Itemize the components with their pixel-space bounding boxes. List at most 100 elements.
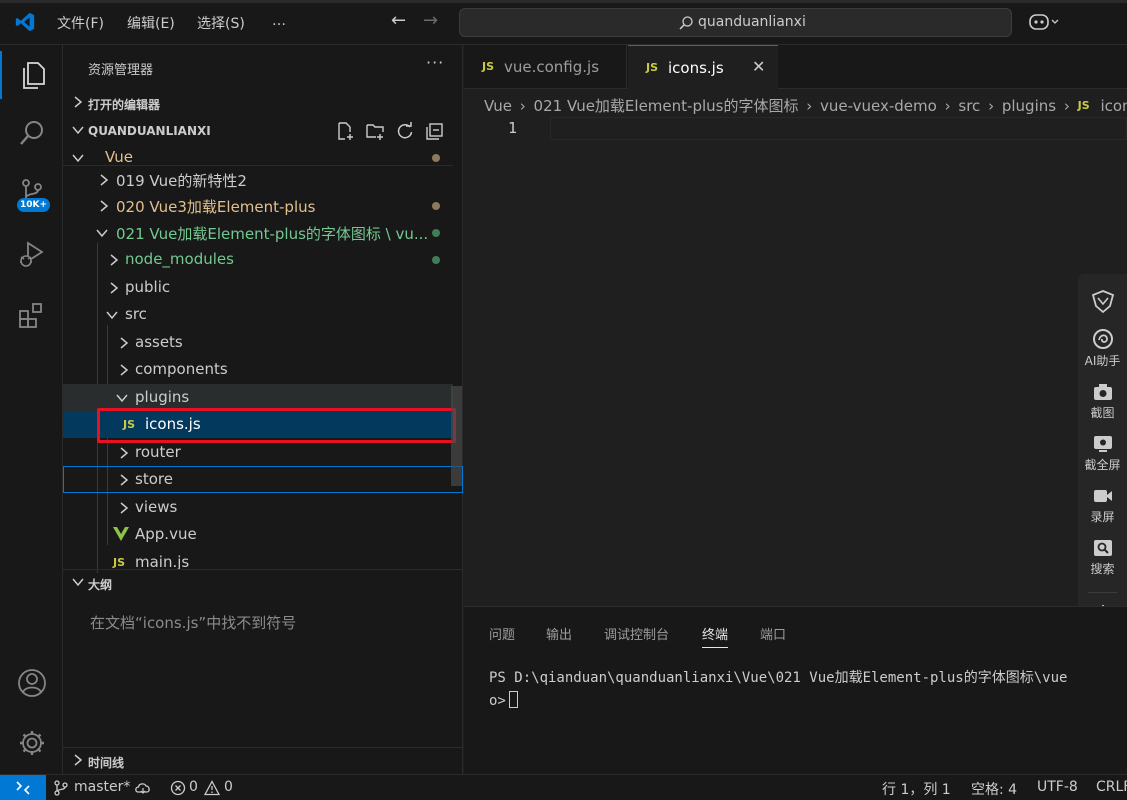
- vscode-logo-icon[interactable]: [14, 11, 36, 33]
- tab-debug-console[interactable]: 调试控制台: [604, 624, 669, 643]
- search-activity[interactable]: [0, 109, 63, 157]
- tab-output[interactable]: 输出: [546, 624, 572, 643]
- chevron-right-icon: ›: [806, 96, 813, 115]
- chevron-right-icon: ›: [944, 96, 951, 115]
- cursor-position[interactable]: 行 1，列 1: [882, 779, 951, 799]
- shield-icon: [1091, 290, 1114, 314]
- new-folder-icon[interactable]: [365, 121, 385, 141]
- tab-vue-config-js[interactable]: JS vue.config.js: [464, 45, 627, 89]
- line-ending[interactable]: CRLF: [1096, 779, 1127, 795]
- forward-arrow-icon[interactable]: →: [423, 10, 438, 31]
- menu-edit[interactable]: 编辑(E): [127, 13, 175, 33]
- chevron-right-icon: ›: [1063, 96, 1070, 115]
- breadcrumb-item[interactable]: vue-vuex-demo: [820, 97, 937, 115]
- screenshot-button[interactable]: 截图: [1078, 382, 1127, 421]
- menu-file[interactable]: 文件(F): [57, 13, 104, 33]
- fullscreen-shot-button[interactable]: 截全屏: [1078, 434, 1127, 473]
- open-editors-header[interactable]: 打开的编辑器: [63, 91, 463, 115]
- top-strip: [0, 0, 1127, 3]
- copilot-icon[interactable]: [1028, 12, 1062, 32]
- manage-activity[interactable]: [0, 719, 63, 767]
- tree-folder-store[interactable]: store: [63, 466, 463, 493]
- workspace-header[interactable]: QUANDUANLIANXI: [63, 119, 463, 143]
- breadcrumb-item[interactable]: 021 Vue加载Element-plus的字体图标: [534, 95, 799, 116]
- breadcrumb-item[interactable]: plugins: [1002, 97, 1056, 115]
- command-center-search[interactable]: quanduanlianxi: [459, 8, 1012, 37]
- tree-label: Vue: [105, 148, 133, 166]
- menu-more[interactable]: …: [272, 13, 286, 29]
- breadcrumb-item[interactable]: icons: [1100, 97, 1127, 115]
- tree-file-app-vue[interactable]: App.vue: [63, 521, 453, 548]
- tree-folder-components[interactable]: components: [63, 356, 453, 383]
- close-tab-icon[interactable]: ✕: [752, 57, 765, 76]
- tab-problems[interactable]: 问题: [489, 624, 515, 643]
- tab-icons-js[interactable]: JS icons.js ✕: [628, 45, 778, 90]
- refresh-icon[interactable]: [395, 121, 415, 141]
- tree-label: App.vue: [135, 525, 197, 543]
- line-number: 1: [508, 119, 518, 137]
- sync-cloud-icon[interactable]: [134, 780, 152, 796]
- ai-assistant-button[interactable]: AI助手: [1078, 328, 1127, 369]
- tree-folder-node-modules[interactable]: node_modules: [63, 246, 453, 273]
- collapse-all-icon[interactable]: [425, 121, 445, 141]
- timeline-header[interactable]: 时间线: [63, 749, 463, 773]
- terminal-line[interactable]: PS D:\qianduan\quanduanlianxi\Vue\021 Vu…: [489, 667, 1067, 687]
- tree-folder-assets[interactable]: assets: [63, 329, 453, 356]
- terminal-prompt[interactable]: o>: [489, 691, 518, 709]
- sidebar-scrollbar[interactable]: [451, 386, 462, 486]
- chevron-right-icon: [120, 502, 129, 514]
- tree-folder-021[interactable]: 021 Vue加载Element-plus的字体图标 \ vu...: [63, 219, 453, 246]
- tab-terminal[interactable]: 终端: [702, 624, 729, 648]
- javascript-file-icon: JS: [646, 61, 659, 74]
- javascript-file-icon: JS: [113, 556, 126, 569]
- chevron-right-icon: [120, 474, 129, 486]
- breadcrumb-item[interactable]: Vue: [484, 97, 512, 115]
- tree-folder-019[interactable]: 019 Vue的新特性2: [63, 165, 453, 192]
- tree-label: assets: [135, 333, 183, 351]
- outline-label: 大纲: [88, 578, 113, 592]
- record-screen-button[interactable]: 录屏: [1078, 486, 1127, 525]
- remote-icon: [16, 781, 30, 795]
- file-encoding[interactable]: UTF-8: [1037, 779, 1078, 795]
- untracked-dot: [432, 256, 440, 264]
- tree-file-main-js[interactable]: JS main.js: [63, 549, 453, 569]
- error-count[interactable]: 0: [189, 779, 198, 795]
- section-divider: [63, 569, 463, 570]
- tree-label: components: [135, 360, 228, 378]
- remote-indicator[interactable]: [0, 775, 46, 800]
- more-actions-icon[interactable]: ···: [426, 53, 444, 72]
- javascript-file-icon: JS: [482, 60, 495, 73]
- back-arrow-icon[interactable]: ←: [391, 10, 406, 31]
- extensions-activity[interactable]: [0, 291, 63, 339]
- outline-header[interactable]: 大纲: [63, 571, 463, 595]
- workspace-actions: [335, 121, 445, 141]
- breadcrumb-item[interactable]: src: [958, 97, 980, 115]
- image-search-button[interactable]: 搜索: [1078, 538, 1127, 577]
- git-branch[interactable]: master*: [74, 779, 130, 795]
- explorer-activity[interactable]: [0, 51, 63, 99]
- chevron-down-icon: [106, 311, 118, 320]
- floating-tool-panel: AI助手 截图 截全屏 录屏 搜索: [1078, 274, 1127, 640]
- chevron-right-icon: [110, 282, 119, 294]
- activity-bar: 10K+: [0, 45, 63, 774]
- menu-selection[interactable]: 选择(S): [197, 13, 245, 33]
- tab-ports[interactable]: 端口: [760, 624, 786, 643]
- shield-button[interactable]: [1078, 288, 1127, 316]
- chevron-right-icon: [74, 754, 83, 766]
- accounts-activity[interactable]: [0, 659, 63, 707]
- tree-folder-plugins[interactable]: plugins: [63, 384, 453, 411]
- run-debug-icon: [19, 241, 44, 267]
- tree-folder-views[interactable]: views: [63, 494, 453, 521]
- tree-folder-router[interactable]: router: [63, 439, 453, 466]
- run-debug-activity[interactable]: [0, 230, 63, 278]
- tree-label: main.js: [135, 553, 190, 569]
- tree-folder-020[interactable]: 020 Vue3加载Element-plus: [63, 192, 453, 219]
- tree-folder-public[interactable]: public: [63, 274, 453, 301]
- warning-count[interactable]: 0: [224, 779, 233, 795]
- video-camera-icon: [1093, 490, 1112, 502]
- current-line-highlight[interactable]: [550, 117, 1127, 140]
- chevron-right-icon: [120, 447, 129, 459]
- new-file-icon[interactable]: [335, 121, 355, 141]
- tree-folder-src[interactable]: src: [63, 301, 453, 328]
- indentation[interactable]: 空格: 4: [971, 779, 1017, 799]
